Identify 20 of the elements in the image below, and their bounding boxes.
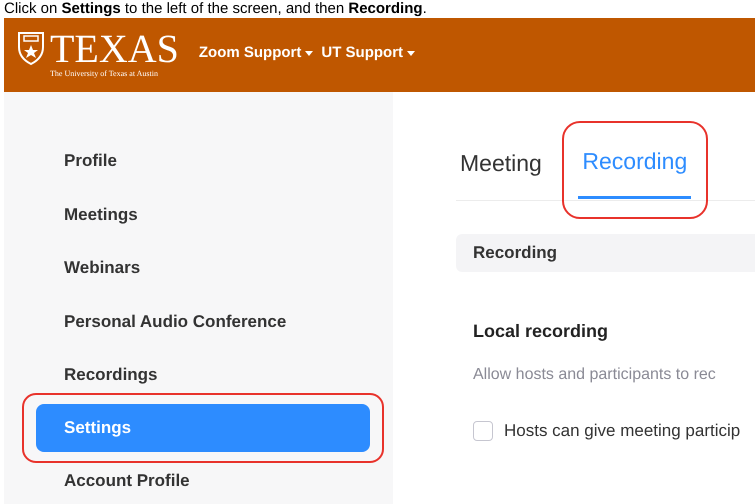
nav-menu[interactable]: UT Support <box>321 42 416 64</box>
caret-icon <box>305 50 314 56</box>
shield-icon <box>16 30 46 66</box>
sidebar-item[interactable]: Meetings <box>4 202 138 228</box>
setting-description: Allow hosts and participants to rec <box>472 365 717 385</box>
setting-title: Local recording <box>472 320 610 343</box>
sidebar-item[interactable]: Recordings <box>4 362 158 388</box>
tab[interactable]: Meeting <box>456 146 542 200</box>
nav-menu[interactable]: Zoom Support <box>198 42 314 64</box>
checkbox-label: Hosts can give meeting particip <box>504 420 740 442</box>
caret-icon <box>407 50 416 56</box>
logo-wordmark: TEXAS <box>50 30 179 68</box>
sidebar-item[interactable]: Webinars <box>4 255 140 281</box>
sidebar-item[interactable]: Profile <box>4 148 117 174</box>
checkbox[interactable] <box>473 420 493 441</box>
sidebar-item[interactable]: Account Profile <box>4 468 190 494</box>
section-header: Recording <box>456 234 755 272</box>
instruction-text: Click on Settings to the left of the screen, and then Recording. <box>4 0 428 18</box>
logo-subtitle: The University of Texas at Austin <box>50 68 159 80</box>
sidebar-item[interactable]: Personal Audio Conference <box>4 308 286 334</box>
